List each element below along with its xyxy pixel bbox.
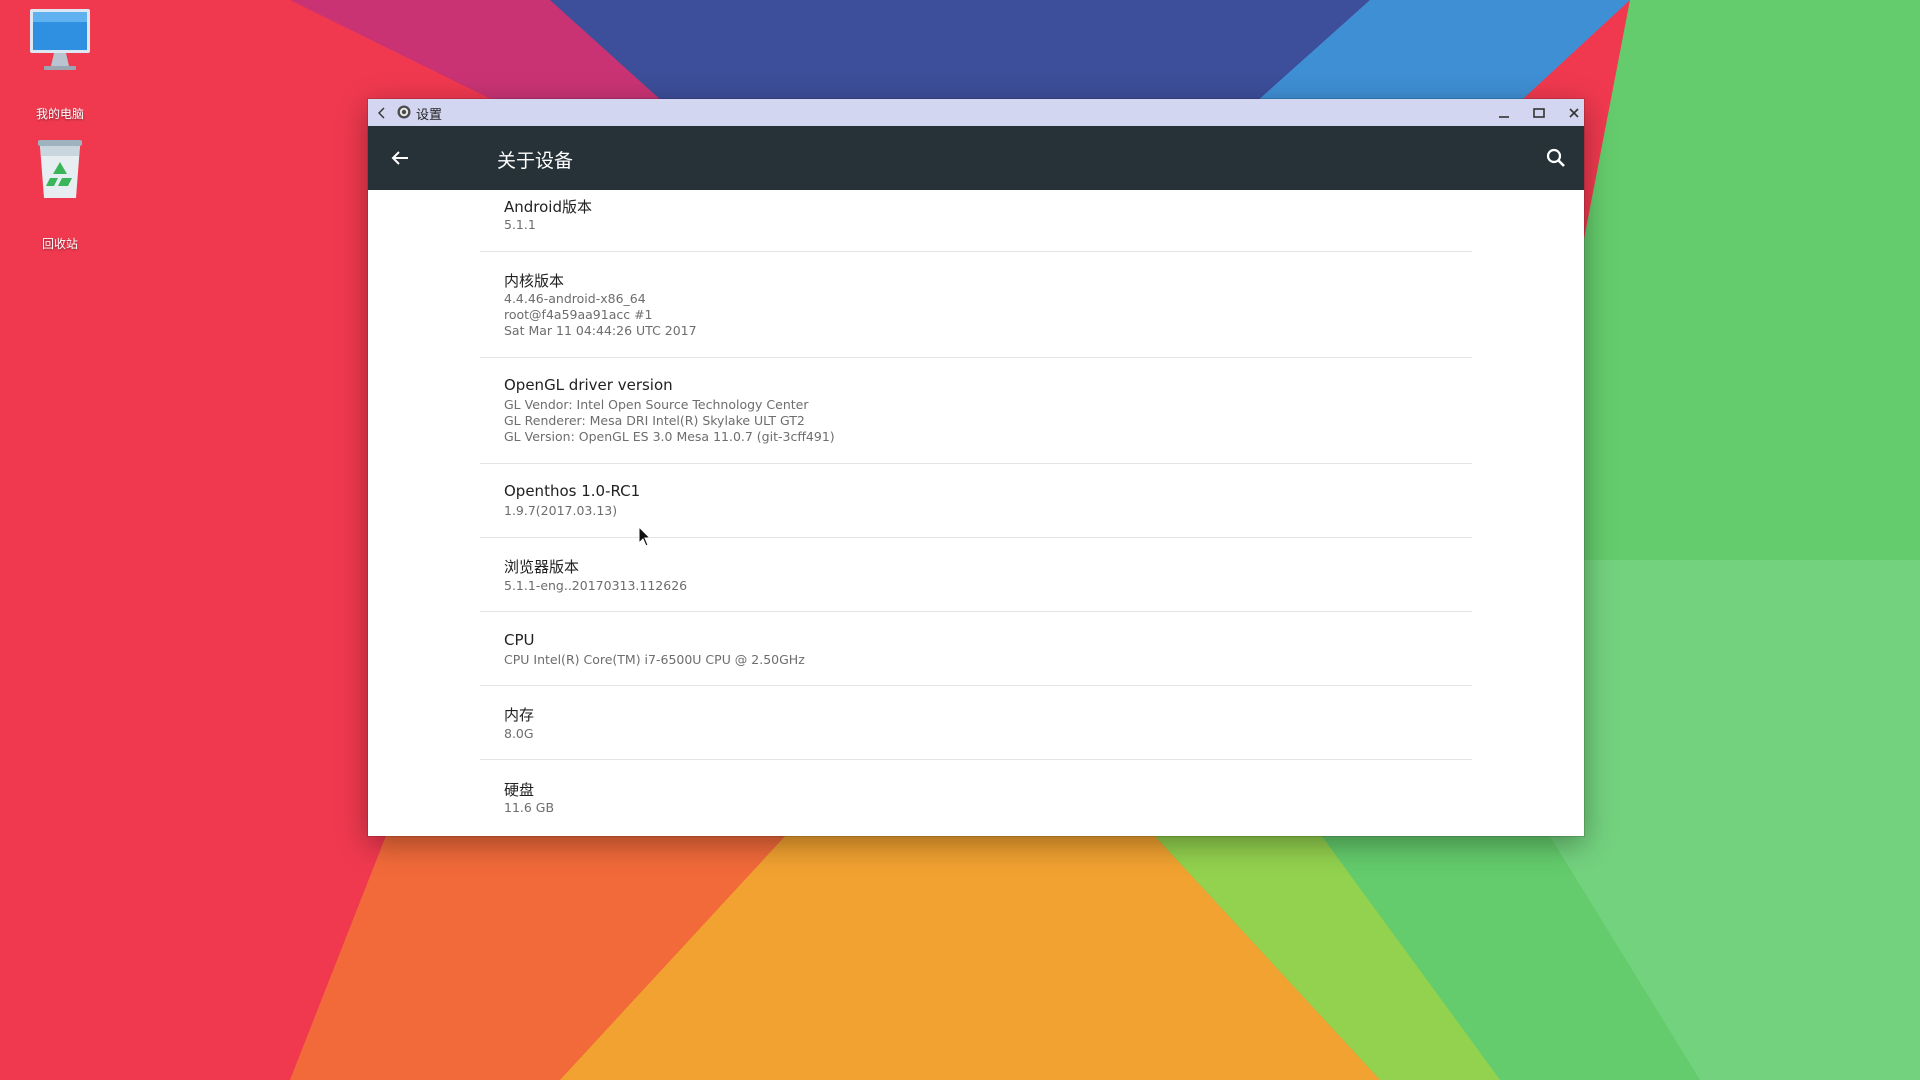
summary-line: 11.6 GB	[504, 800, 555, 815]
pref-summary: 5.1.1-eng..20170313.112626	[504, 578, 687, 594]
maximize-icon[interactable]	[1530, 104, 1548, 122]
summary-line: GL Vendor: Intel Open Source Technology …	[504, 397, 809, 412]
pref-summary: CPU Intel(R) Core(TM) i7-6500U CPU @ 2.5…	[504, 652, 805, 668]
desktop-icon-my-computer[interactable]: 我的电脑	[0, 6, 120, 122]
desktop-icon-label: 我的电脑	[35, 107, 84, 121]
computer-icon	[30, 9, 90, 70]
pref-opengl-driver[interactable]: OpenGL driver version GL Vendor: Intel O…	[480, 358, 1472, 464]
summary-line: 5.1.1	[504, 217, 536, 232]
summary-line: root@f4a59aa91acc #1	[504, 307, 653, 322]
pref-cpu[interactable]: CPU CPU Intel(R) Core(TM) i7-6500U CPU @…	[480, 612, 1472, 686]
pref-summary: 5.1.1	[504, 217, 536, 233]
pref-openthos-version[interactable]: Openthos 1.0-RC1 1.9.7(2017.03.13)	[480, 464, 1472, 538]
about-device-list[interactable]: Android版本 5.1.1 内核版本 4.4.46-android-x86_…	[368, 190, 1584, 836]
pref-title: Android版本	[504, 198, 592, 216]
pref-title: 浏览器版本	[504, 558, 580, 576]
desktop-icon-recycle-bin[interactable]: 回收站	[0, 136, 120, 252]
window-titlebar[interactable]: 设置	[368, 99, 1584, 126]
pref-title: 内核版本	[504, 272, 565, 290]
summary-line: GL Version: OpenGL ES 3.0 Mesa 11.0.7 (g…	[504, 429, 835, 444]
minimize-icon[interactable]	[1495, 104, 1513, 122]
pref-summary: GL Vendor: Intel Open Source Technology …	[504, 397, 835, 445]
pref-title: CPU	[504, 631, 535, 649]
arrow-left-icon[interactable]	[388, 146, 412, 170]
pref-title: Openthos 1.0-RC1	[504, 482, 641, 500]
pref-summary: 11.6 GB	[504, 800, 554, 816]
mouse-cursor-icon	[638, 526, 652, 547]
pref-summary: 1.9.7(2017.03.13)	[504, 503, 617, 519]
settings-window: 设置 关于设备 Android版本 5.1.1 内核版本 4.4.46-andr…	[368, 99, 1584, 836]
pref-summary: 8.0G	[504, 726, 534, 742]
pref-summary: 4.4.46-android-x86_64 root@f4a59aa91acc …	[504, 291, 697, 339]
desktop: 我的电脑 回收站 设置 关于设备 Android版本 5.1.1 内核版本 4.…	[0, 0, 1920, 1080]
summary-line: 5.1.1-eng..20170313.112626	[504, 578, 688, 593]
summary-line: 1.9.7(2017.03.13)	[504, 503, 618, 518]
desktop-icon-label: 回收站	[41, 237, 78, 251]
gear-icon	[397, 105, 411, 119]
pref-memory[interactable]: 内存 8.0G	[480, 686, 1472, 760]
summary-line: 4.4.46-android-x86_64	[504, 291, 646, 306]
pref-android-version[interactable]: Android版本 5.1.1	[480, 190, 1472, 252]
window-title: 设置	[416, 108, 443, 123]
summary-line: GL Renderer: Mesa DRI Intel(R) Skylake U…	[504, 413, 805, 428]
summary-line: 8.0G	[504, 726, 534, 741]
chevron-left-icon[interactable]	[374, 105, 390, 121]
app-toolbar: 关于设备	[368, 126, 1584, 190]
recycle-bin-icon	[38, 140, 82, 198]
pref-title: OpenGL driver version	[504, 376, 673, 394]
pref-kernel-version[interactable]: 内核版本 4.4.46-android-x86_64 root@f4a59aa9…	[480, 252, 1472, 358]
search-icon[interactable]	[1544, 146, 1568, 170]
pref-disk[interactable]: 硬盘 11.6 GB	[480, 760, 1472, 836]
page-title: 关于设备	[497, 150, 574, 172]
pref-title: 硬盘	[504, 781, 535, 799]
pref-browser-version[interactable]: 浏览器版本 5.1.1-eng..20170313.112626	[480, 538, 1472, 612]
summary-line: Sat Mar 11 04:44:26 UTC 2017	[504, 323, 697, 338]
summary-line: CPU Intel(R) Core(TM) i7-6500U CPU @ 2.5…	[504, 652, 805, 667]
pref-title: 内存	[504, 706, 535, 724]
close-icon[interactable]	[1565, 104, 1583, 122]
